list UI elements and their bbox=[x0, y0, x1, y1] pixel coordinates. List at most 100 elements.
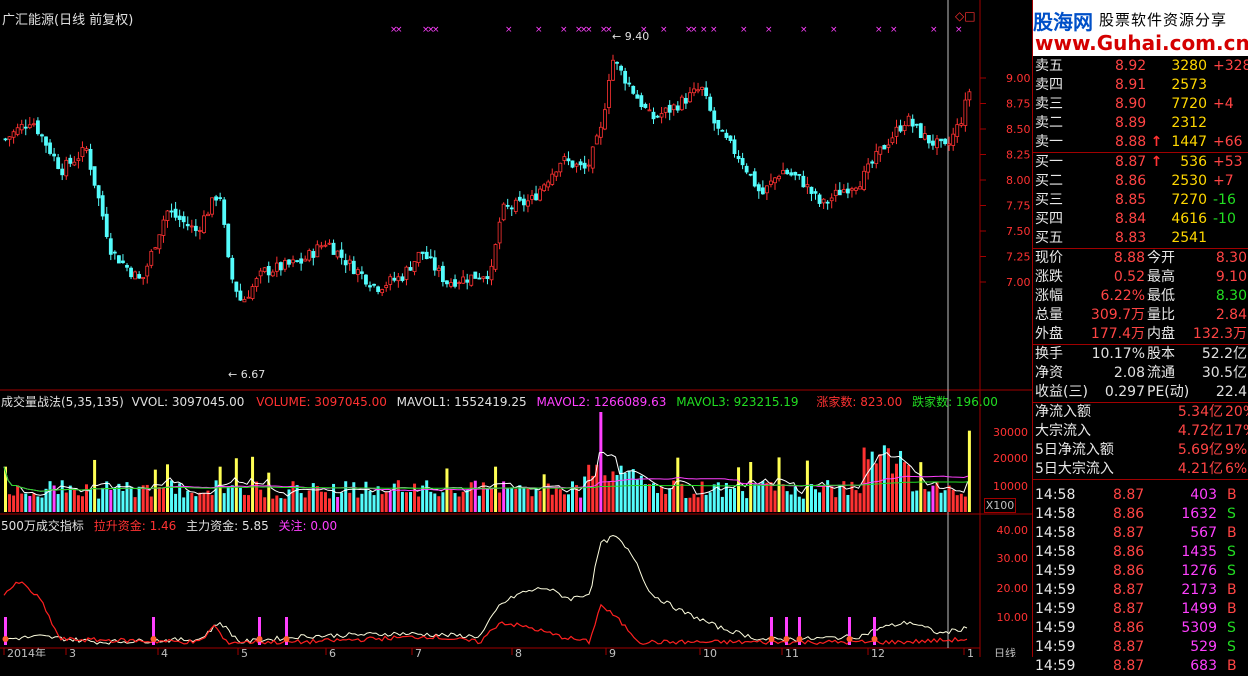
candle-body bbox=[432, 257, 437, 271]
date-label: 10 bbox=[703, 647, 717, 657]
volume-bar bbox=[141, 485, 145, 512]
volume-bar bbox=[647, 483, 651, 512]
candle-body bbox=[60, 168, 65, 176]
date-label: 9 bbox=[609, 647, 616, 657]
candle-body bbox=[88, 148, 93, 170]
divider bbox=[1033, 479, 1248, 480]
candle-body bbox=[833, 189, 838, 196]
stat-label: 涨幅 bbox=[1035, 288, 1063, 304]
candle-body bbox=[542, 184, 547, 192]
flow-pct: 6% bbox=[1225, 461, 1248, 477]
volume-bar bbox=[477, 495, 481, 512]
candle-body bbox=[222, 199, 227, 225]
volume-bar bbox=[481, 482, 485, 512]
candle-body bbox=[234, 281, 239, 292]
bid-row: 买三 8.85 7270 -16 bbox=[1033, 191, 1248, 210]
rise-signal-dot bbox=[256, 636, 263, 642]
chart-area[interactable]: 9.00 8.75 8.50 8.25 8.00 7.75 7.50 7.25 7.00 3000… bbox=[0, 0, 1032, 657]
tick-row: 14:59 8.87 2173 B bbox=[1033, 581, 1248, 600]
candle-body bbox=[238, 290, 243, 301]
stat-row: 外盘 177.4万 内盘 132.3万 bbox=[1033, 325, 1248, 344]
candle-body bbox=[319, 245, 324, 248]
candle-body bbox=[522, 198, 526, 206]
candle-body bbox=[384, 285, 389, 288]
flow-label: 5日大宗流入 bbox=[1035, 461, 1114, 477]
candle-body bbox=[530, 195, 534, 200]
mavol1-value: MAVOL1: 1552419.25 bbox=[396, 395, 527, 409]
candle-body bbox=[781, 170, 785, 175]
ask-volume: 7720 bbox=[1171, 96, 1207, 112]
stat-value: 8.30 bbox=[1215, 288, 1247, 304]
candle-body bbox=[813, 191, 818, 194]
signal-marker: × bbox=[432, 25, 440, 35]
volume-bar bbox=[866, 459, 870, 512]
rise-signal-dot bbox=[783, 636, 790, 642]
volume-bar bbox=[396, 480, 400, 512]
volume-bar bbox=[757, 485, 761, 512]
volume-bar bbox=[797, 496, 801, 512]
candle-body bbox=[117, 255, 121, 264]
fund-axis-label: 30.00 bbox=[997, 552, 1029, 565]
volume-bar bbox=[149, 496, 153, 512]
candle-body bbox=[133, 271, 138, 280]
stat-value: 8.30 bbox=[1215, 250, 1247, 266]
tick-price: 8.87 bbox=[1113, 639, 1145, 655]
stat-value: 22.4 bbox=[1215, 384, 1247, 400]
candle-body bbox=[679, 96, 684, 111]
ask-volume: 2573 bbox=[1171, 77, 1207, 93]
flow-label: 净流入额 bbox=[1035, 404, 1091, 420]
stat-value: 309.7万 bbox=[1090, 307, 1145, 323]
candle-body bbox=[396, 276, 401, 282]
volume-bar bbox=[8, 494, 12, 512]
stat-label: 内盘 bbox=[1147, 326, 1175, 342]
tick-time: 14:58 bbox=[1035, 487, 1076, 503]
volume-bar bbox=[963, 496, 967, 512]
volume-bar bbox=[259, 489, 263, 512]
candle-body bbox=[376, 286, 381, 292]
ask-volume: 2312 bbox=[1171, 115, 1207, 131]
diamond-icon[interactable]: ◇□ bbox=[955, 9, 976, 23]
bid-label: 买一 bbox=[1035, 154, 1063, 170]
volume-bar bbox=[425, 480, 429, 512]
candle-body bbox=[517, 196, 522, 201]
volume-bar bbox=[36, 496, 40, 512]
ask-change: +4 bbox=[1213, 96, 1234, 112]
candle-body bbox=[615, 61, 619, 64]
candle-body bbox=[850, 188, 854, 191]
volume-bar bbox=[133, 497, 137, 512]
volume-bar bbox=[510, 487, 514, 512]
volume-bar bbox=[566, 494, 570, 512]
candle-body bbox=[740, 158, 745, 166]
volume-bar bbox=[238, 488, 242, 512]
price-tick-label: 9.00 bbox=[1006, 72, 1031, 85]
volume-bar bbox=[28, 495, 32, 512]
volume-bar bbox=[696, 497, 700, 512]
volume-bar bbox=[76, 495, 80, 512]
candle-body bbox=[570, 160, 575, 168]
candle-body bbox=[392, 277, 397, 281]
candle-body bbox=[440, 265, 445, 283]
signal-marker: × bbox=[585, 25, 593, 35]
candle-body bbox=[193, 225, 198, 231]
volume-bar bbox=[40, 497, 44, 512]
candle-body bbox=[473, 271, 478, 279]
bid-change: -16 bbox=[1213, 192, 1236, 208]
kline-chart-svg[interactable]: 9.00 8.75 8.50 8.25 8.00 7.75 7.50 7.25 7.00 3000… bbox=[0, 0, 1032, 657]
volume-bar bbox=[850, 481, 854, 512]
candle-body bbox=[372, 283, 376, 286]
candle-body bbox=[829, 197, 834, 202]
volume-bar bbox=[688, 497, 692, 512]
stat-label: 外盘 bbox=[1035, 326, 1063, 342]
candle-body bbox=[720, 129, 725, 132]
tick-row: 14:59 8.87 1499 B bbox=[1033, 600, 1248, 619]
volume-bar bbox=[562, 494, 566, 512]
volume-bar bbox=[234, 458, 238, 512]
flow-value: 5.34亿 bbox=[1177, 404, 1223, 420]
volume-bar bbox=[542, 474, 546, 512]
tick-row: 14:58 8.87 403 B bbox=[1033, 486, 1248, 505]
candle-body bbox=[56, 157, 61, 169]
volume-axis-label: 30000 bbox=[993, 426, 1028, 439]
volume-bar bbox=[307, 490, 311, 512]
candle-body bbox=[837, 189, 842, 196]
volume-bar bbox=[554, 486, 558, 512]
